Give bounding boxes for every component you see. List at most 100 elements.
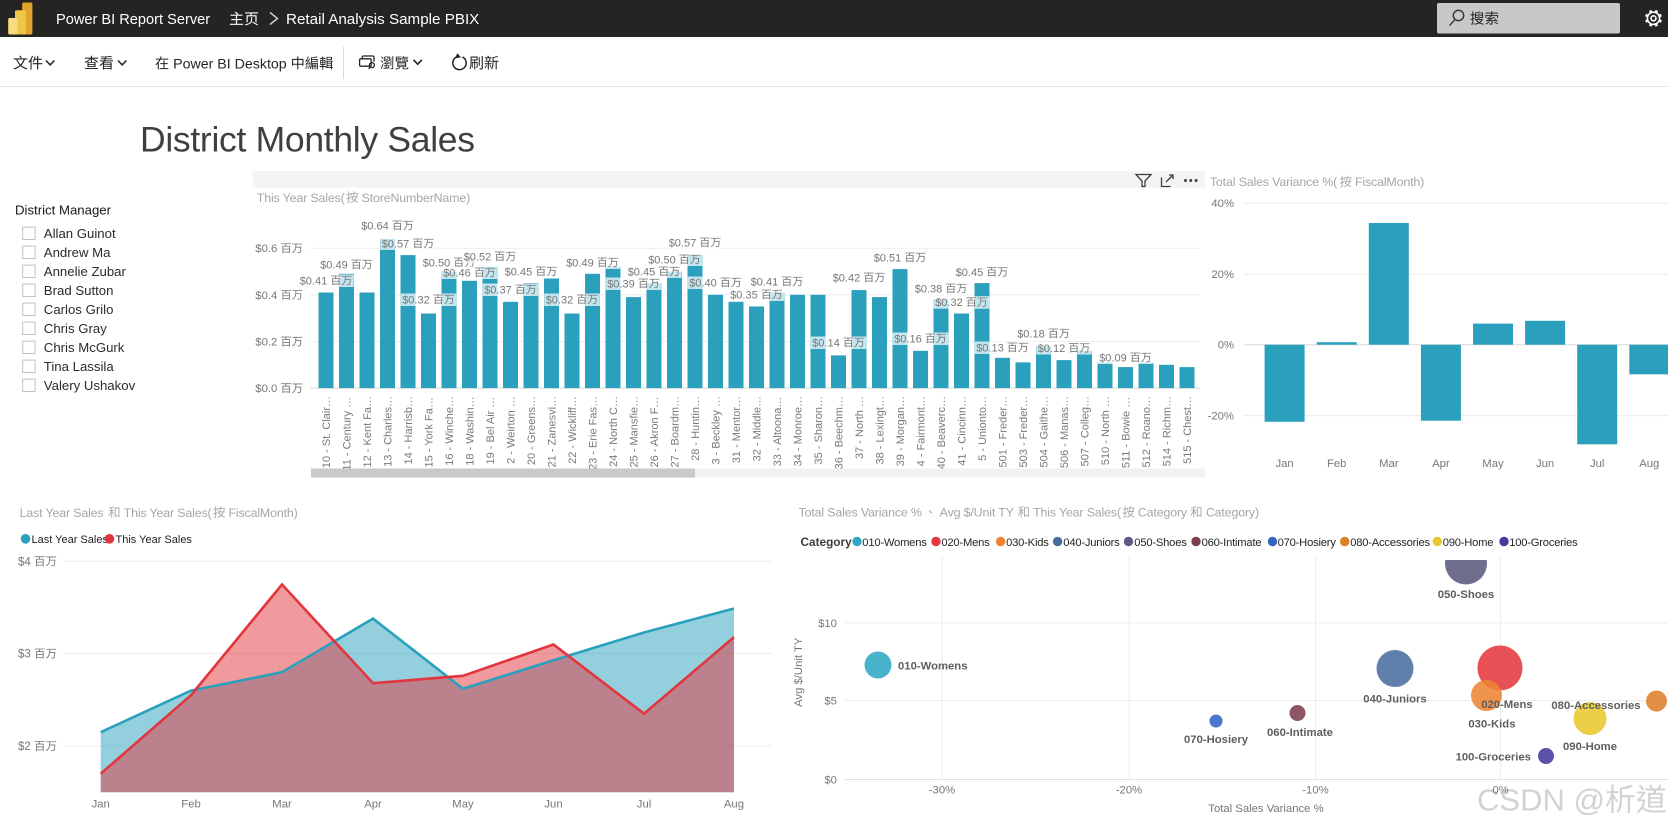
svg-text:$0.35: $0.35: [730, 289, 761, 301]
svg-text:020-Mens: 020-Mens: [1481, 699, 1533, 711]
svg-text:FiscalMonth): FiscalMonth): [1352, 175, 1424, 189]
svg-text:Andrew Ma: Andrew Ma: [44, 245, 111, 260]
svg-text:$0.45: $0.45: [956, 267, 987, 279]
svg-text:-20%: -20%: [1116, 785, 1142, 797]
svg-text:$0.51: $0.51: [874, 252, 905, 264]
svg-text:Avg $/Unit TY: Avg $/Unit TY: [936, 506, 1017, 520]
svg-text:-30%: -30%: [929, 785, 955, 797]
svg-text:$0.45: $0.45: [628, 266, 659, 278]
svg-text:080-Accessories: 080-Accessories: [1350, 537, 1430, 549]
svg-text:515 - Chest…: 515 - Chest…: [1182, 396, 1194, 464]
svg-text:Power BI Report Server: Power BI Report Server: [56, 12, 210, 28]
svg-text:41 - Cincinn…: 41 - Cincinn…: [957, 396, 969, 466]
svg-text:020-Mens: 020-Mens: [941, 537, 990, 549]
svg-text:This Year Sales(: This Year Sales(: [120, 506, 212, 520]
svg-text:Total Sales Variance %(: Total Sales Variance %(: [1210, 175, 1338, 189]
svg-text:512 - Roano…: 512 - Roano…: [1141, 396, 1153, 468]
svg-text:Category): Category): [1203, 506, 1259, 520]
svg-text:Carlos Grilo: Carlos Grilo: [44, 302, 114, 317]
svg-text:15 - York Fa…: 15 - York Fa…: [424, 397, 436, 467]
svg-text:Jun: Jun: [1536, 458, 1554, 470]
svg-text:$0.41: $0.41: [300, 275, 331, 287]
svg-text:050-Shoes: 050-Shoes: [1134, 537, 1187, 549]
svg-text:This Year Sales(: This Year Sales(: [1030, 506, 1122, 520]
svg-text:$0.14: $0.14: [812, 337, 843, 349]
svg-text:Jun: Jun: [544, 798, 562, 810]
svg-text:$0.09: $0.09: [1099, 352, 1130, 364]
svg-text:Total Sales Variance %: Total Sales Variance %: [799, 506, 922, 520]
svg-text:504 - Gaithe…: 504 - Gaithe…: [1039, 396, 1051, 468]
svg-text:0%: 0%: [1492, 785, 1508, 797]
svg-text:$0.13: $0.13: [976, 342, 1007, 354]
svg-text:38 - Lexingt…: 38 - Lexingt…: [875, 396, 887, 464]
svg-text:$0.37: $0.37: [484, 284, 515, 296]
svg-text:$0.32: $0.32: [402, 294, 433, 306]
svg-text:$0.41: $0.41: [751, 276, 782, 288]
svg-text:Mar: Mar: [1379, 458, 1399, 470]
svg-text:4 - Fairmont…: 4 - Fairmont…: [916, 396, 928, 466]
svg-text:514 - Richm…: 514 - Richm…: [1162, 396, 1174, 466]
svg-text:Chris McGurk: Chris McGurk: [44, 340, 125, 355]
svg-text:23 - Erie Fas…: 23 - Erie Fas…: [588, 396, 600, 470]
svg-text:20%: 20%: [1211, 269, 1234, 281]
svg-text:16 - Winche…: 16 - Winche…: [444, 396, 456, 466]
svg-text:$0.45: $0.45: [505, 266, 536, 278]
svg-text:$0.52: $0.52: [464, 251, 495, 263]
svg-text:$0.46: $0.46: [443, 267, 474, 279]
svg-text:010-Womens: 010-Womens: [898, 661, 967, 673]
svg-text:$0.42: $0.42: [833, 272, 864, 284]
svg-text:$2: $2: [18, 741, 34, 753]
svg-text:Category: Category: [1135, 506, 1191, 520]
svg-text:090-Home: 090-Home: [1443, 537, 1494, 549]
svg-text:503 - Freder…: 503 - Freder…: [1018, 396, 1030, 468]
svg-text:40%: 40%: [1211, 198, 1234, 210]
svg-text:$0.32: $0.32: [546, 294, 577, 306]
svg-text:26 - Akron F…: 26 - Akron F…: [649, 397, 661, 468]
svg-text:511 - Bowie …: 511 - Bowie …: [1121, 397, 1133, 468]
svg-text:050-Shoes: 050-Shoes: [1438, 589, 1495, 601]
svg-text:$3: $3: [18, 649, 34, 661]
svg-text:$0.64: $0.64: [361, 220, 392, 232]
svg-text:-20%: -20%: [1208, 411, 1234, 423]
svg-text:10 - St. Clair…: 10 - St. Clair…: [321, 396, 333, 468]
svg-text:This Year Sales(: This Year Sales(: [257, 191, 346, 205]
svg-text:Feb: Feb: [1327, 458, 1346, 470]
svg-text:Jan: Jan: [92, 798, 110, 810]
svg-text:Chris Gray: Chris Gray: [44, 321, 107, 336]
svg-text:$4: $4: [18, 556, 34, 568]
svg-text:070-Hosiery: 070-Hosiery: [1184, 734, 1249, 746]
svg-text:14 - Harrisb…: 14 - Harrisb…: [403, 396, 415, 464]
svg-text:$0.0: $0.0: [255, 383, 280, 395]
svg-text:090-Home: 090-Home: [1563, 741, 1617, 753]
svg-text:060-Intimate: 060-Intimate: [1267, 727, 1333, 739]
svg-text:060-Intimate: 060-Intimate: [1202, 537, 1262, 549]
svg-text:Category: Category: [801, 535, 853, 549]
svg-text:Power BI Desktop: Power BI Desktop: [169, 56, 290, 72]
svg-text:12 - Kent Fa…: 12 - Kent Fa…: [362, 396, 374, 468]
svg-text:FiscalMonth): FiscalMonth): [225, 506, 297, 520]
svg-text:39 - Morgan…: 39 - Morgan…: [895, 396, 907, 466]
svg-text:$0.38: $0.38: [915, 283, 946, 295]
svg-text:36 - Beechm…: 36 - Beechm…: [834, 396, 846, 469]
svg-text:$10: $10: [818, 618, 837, 630]
svg-text:$0.12: $0.12: [1038, 343, 1069, 355]
svg-text:Tina Lassila: Tina Lassila: [44, 359, 115, 374]
svg-text:32 - Middle…: 32 - Middle…: [752, 396, 764, 461]
svg-text:StoreNumberName): StoreNumberName): [358, 191, 470, 205]
svg-text:070-Hosiery: 070-Hosiery: [1278, 537, 1337, 549]
svg-text:Apr: Apr: [364, 798, 382, 810]
svg-text:20 - Greens…: 20 - Greens…: [526, 396, 538, 465]
svg-text:$0.40: $0.40: [689, 277, 720, 289]
svg-text:Last Year Sales: Last Year Sales: [20, 506, 107, 520]
svg-text:506 - Manas…: 506 - Manas…: [1059, 396, 1071, 468]
svg-text:030-Kids: 030-Kids: [1006, 537, 1049, 549]
svg-text:Mar: Mar: [272, 798, 292, 810]
svg-text:$0.4: $0.4: [255, 290, 280, 302]
svg-text:27 - Boardm…: 27 - Boardm…: [670, 396, 682, 468]
svg-text:19 - Bel Air …: 19 - Bel Air …: [485, 397, 497, 465]
svg-text:May: May: [452, 798, 474, 810]
svg-text:040-Juniors: 040-Juniors: [1363, 694, 1426, 706]
svg-text:28 - Huntin…: 28 - Huntin…: [690, 396, 702, 461]
svg-text:Brad Sutton: Brad Sutton: [44, 283, 114, 298]
svg-text:24 - North C…: 24 - North C…: [608, 396, 620, 467]
